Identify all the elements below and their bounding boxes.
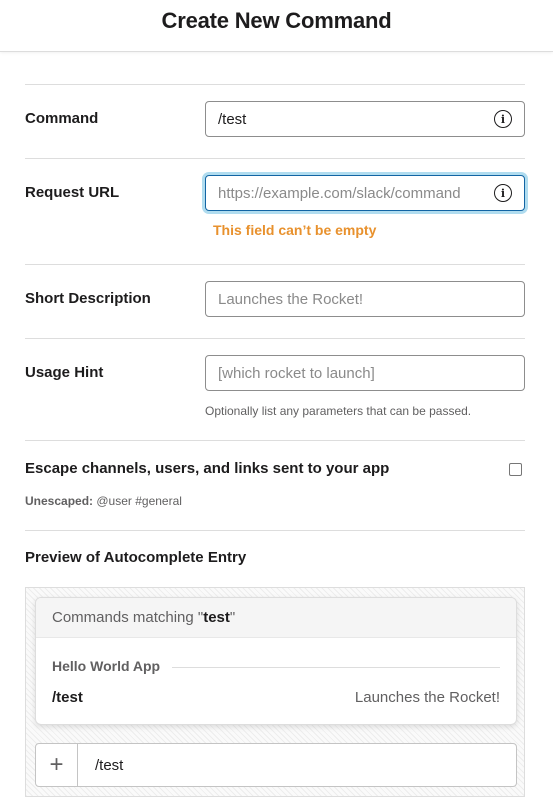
divider	[25, 84, 525, 85]
message-composer[interactable]: + /test	[35, 743, 517, 787]
preview-title: Preview of Autocomplete Entry	[25, 549, 247, 566]
usage-hint-label: Usage Hint	[25, 364, 104, 381]
entry-command[interactable]: /test	[52, 689, 83, 706]
command-label: Command	[25, 110, 99, 127]
app-name: Hello World App	[52, 658, 161, 674]
autocomplete-header: Commands matching " test "	[36, 598, 516, 638]
composer-text[interactable]: /test	[78, 744, 123, 786]
usage-hint-field[interactable]	[205, 355, 525, 391]
request-url-error: This field can’t be empty	[213, 222, 377, 238]
app-divider	[172, 667, 500, 668]
request-url-field[interactable]: i	[205, 175, 525, 211]
unescaped-example: Unescaped: @user #general	[25, 494, 182, 508]
matching-term: test	[203, 609, 230, 626]
info-icon[interactable]: i	[494, 184, 512, 202]
header-bar: Create New Command	[0, 0, 553, 52]
unescaped-value: @user #general	[96, 494, 182, 508]
info-icon[interactable]: i	[494, 110, 512, 128]
short-description-field[interactable]	[205, 281, 525, 317]
short-description-label: Short Description	[25, 290, 151, 307]
escape-checkbox[interactable]	[509, 463, 522, 476]
unescaped-label: Unescaped:	[25, 494, 94, 508]
command-input[interactable]	[218, 110, 478, 128]
matching-suffix: "	[229, 609, 236, 626]
escape-label: Escape channels, users, and links sent t…	[25, 460, 390, 477]
command-field[interactable]: i	[205, 101, 525, 137]
divider	[25, 338, 525, 339]
divider	[25, 264, 525, 265]
autocomplete-popup: Commands matching " test " Hello World App…	[35, 597, 517, 725]
usage-hint-input[interactable]	[218, 364, 478, 382]
matching-prefix: Commands matching "	[52, 609, 204, 626]
short-description-input[interactable]	[218, 290, 478, 308]
divider	[25, 440, 525, 441]
preview-frame: Commands matching " test " Hello World App…	[25, 587, 525, 797]
page-title: Create New Command	[161, 8, 392, 33]
usage-hint-help: Optionally list any parameters that can …	[205, 404, 472, 418]
request-url-label: Request URL	[25, 184, 120, 201]
request-url-input[interactable]	[218, 184, 478, 202]
entry-description[interactable]: Launches the Rocket!	[355, 689, 500, 706]
divider	[25, 530, 525, 531]
plus-icon[interactable]: +	[36, 744, 78, 786]
divider	[25, 158, 525, 159]
